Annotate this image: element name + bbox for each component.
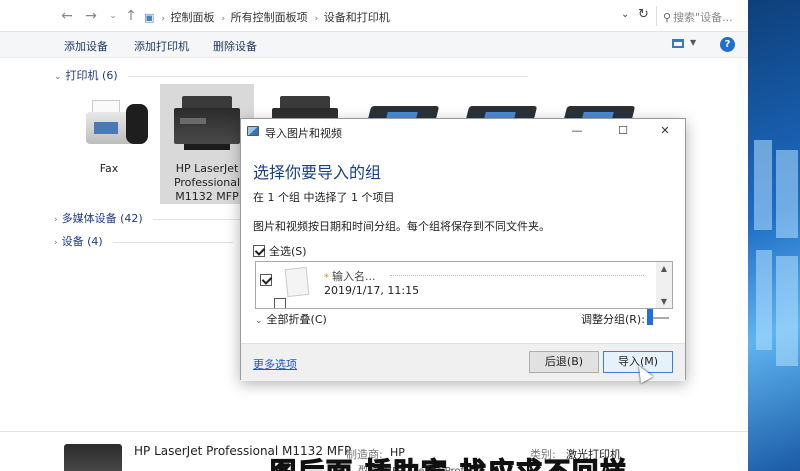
address-dropdown-icon[interactable]: ⌄ [621, 9, 629, 20]
select-all-checkbox[interactable]: 全选(S) [253, 243, 307, 259]
group-divider [390, 275, 644, 276]
more-options-link[interactable]: 更多选项 [253, 356, 297, 372]
minimize-icon[interactable]: — [567, 124, 587, 137]
printer-lid [280, 96, 330, 108]
dialog-description: 图片和视频按日期和时间分组。每个组将保存到不同文件夹。 [253, 220, 550, 233]
dialog-title: 导入图片和视频 [265, 127, 342, 140]
add-device-button[interactable]: 添加设备 [64, 38, 108, 54]
group-name-input[interactable]: * 输入名... [324, 268, 376, 284]
import-photos-icon [247, 126, 259, 136]
group-name-placeholder: 输入名... [332, 270, 376, 283]
printer-thumbnail-icon [64, 444, 122, 471]
breadcrumb-separator-icon: › [314, 14, 319, 24]
import-dialog: 导入图片和视频 — ☐ ✕ 选择你要导入的组 在 1 个组 中选择了 1 个项目… [240, 118, 686, 384]
scroll-down-icon[interactable]: ▼ [656, 297, 672, 306]
breadcrumb-separator-icon: › [161, 14, 166, 24]
printer-icon [174, 96, 240, 152]
control-panel-icon: ▣ [144, 11, 155, 24]
close-icon[interactable]: ✕ [655, 124, 675, 137]
printer-body [174, 108, 240, 144]
device-fax[interactable]: Fax [62, 84, 156, 204]
fax-keypad-icon [94, 122, 118, 134]
group-label-multimedia: 多媒体设备 (42) [61, 212, 143, 225]
group-divider [127, 75, 528, 77]
group-header-multimedia[interactable]: › 多媒体设备 (42) [54, 210, 243, 226]
group-date: 2019/1/17, 11:15 [324, 284, 420, 297]
command-bar: 添加设备 添加打印机 删除设备 ▼ ? [0, 32, 748, 58]
group-list: * 输入名... 2019/1/17, 11:15 ▲ ▼ [255, 261, 673, 309]
wallpaper-pane [776, 150, 798, 238]
search-placeholder: 搜索"设备... [673, 11, 733, 24]
dialog-footer: 更多选项 后退(B) 导入(M) [241, 343, 685, 381]
maximize-icon[interactable]: ☐ [613, 124, 633, 137]
collapse-all-button[interactable]: ⌄ 全部折叠(C) [255, 311, 327, 327]
add-printer-button[interactable]: 添加打印机 [134, 38, 189, 54]
refresh-icon[interactable]: ↻ [638, 7, 649, 22]
group-header-printers[interactable]: ⌄ 打印机 (6) [54, 67, 528, 83]
group-divider [152, 218, 243, 220]
adjust-groups-slider-thumb[interactable] [647, 309, 653, 325]
item-checkbox[interactable] [274, 298, 286, 308]
back-button[interactable]: 后退(B) [529, 351, 599, 373]
desktop-wallpaper [748, 0, 800, 471]
remove-device-button[interactable]: 删除设备 [213, 38, 257, 54]
forward-arrow-icon[interactable]: → [82, 6, 100, 26]
group-checkbox[interactable] [260, 274, 272, 286]
checkbox-icon [253, 245, 265, 257]
breadcrumb-all-items[interactable]: 所有控制面板项 [231, 11, 308, 24]
asterisk-icon: * [324, 273, 329, 283]
selection-status: 在 1 个组 中选择了 1 个项目 [253, 191, 395, 204]
chevron-down-icon: ⌄ [255, 316, 263, 326]
search-input[interactable]: ⚲ 搜索"设备... [656, 6, 746, 26]
address-bar: ← → ⌄ ↑ ▣ › 控制面板 › 所有控制面板项 › 设备和打印机 ⌄ ↻ ⚲ 搜索… [0, 0, 748, 32]
select-all-label: 全选(S) [269, 245, 307, 258]
adjust-groups-label: 调整分组(R): [581, 313, 645, 326]
group-header-devices[interactable]: › 设备 (4) [54, 233, 233, 249]
search-icon: ⚲ [663, 11, 672, 24]
group-label-printers: 打印机 (6) [65, 69, 118, 82]
breadcrumb-separator-icon: › [221, 14, 226, 24]
fax-icon [80, 96, 152, 150]
back-arrow-icon[interactable]: ← [58, 6, 76, 26]
wallpaper-pane [756, 250, 772, 350]
scroll-up-icon[interactable]: ▲ [656, 264, 672, 273]
breadcrumb-control-panel[interactable]: 控制面板 [171, 11, 215, 24]
recent-dropdown-icon[interactable]: ⌄ [104, 6, 122, 26]
video-subtitle: 图后面 插助宾 找应求不回样 [269, 452, 628, 471]
printer-lid [182, 96, 232, 108]
up-arrow-icon[interactable]: ↑ [122, 6, 140, 26]
group-label-devices: 设备 (4) [61, 235, 103, 248]
printer-tray [184, 144, 230, 150]
chevron-right-icon: › [54, 215, 58, 225]
view-dropdown-icon[interactable]: ▼ [690, 38, 696, 47]
wallpaper-pane [754, 140, 772, 230]
device-label: Fax [99, 162, 119, 175]
breadcrumb: ▣ › 控制面板 › 所有控制面板项 › 设备和打印机 [144, 9, 392, 25]
help-icon[interactable]: ? [720, 37, 735, 52]
chevron-down-icon: ⌄ [54, 72, 62, 82]
dialog-heading: 选择你要导入的组 [253, 163, 382, 182]
list-scrollbar[interactable]: ▲ ▼ [656, 262, 672, 308]
dialog-titlebar[interactable]: 导入图片和视频 — ☐ ✕ [241, 119, 685, 145]
photo-thumbnail [284, 266, 310, 298]
chevron-right-icon: › [54, 238, 58, 248]
view-options-icon[interactable] [672, 39, 684, 48]
collapse-all-label: 全部折叠(C) [266, 313, 327, 326]
wallpaper-pane [776, 256, 798, 366]
breadcrumb-devices-printers[interactable]: 设备和打印机 [324, 11, 390, 24]
group-divider [112, 241, 233, 243]
fax-handset-icon [126, 104, 148, 144]
